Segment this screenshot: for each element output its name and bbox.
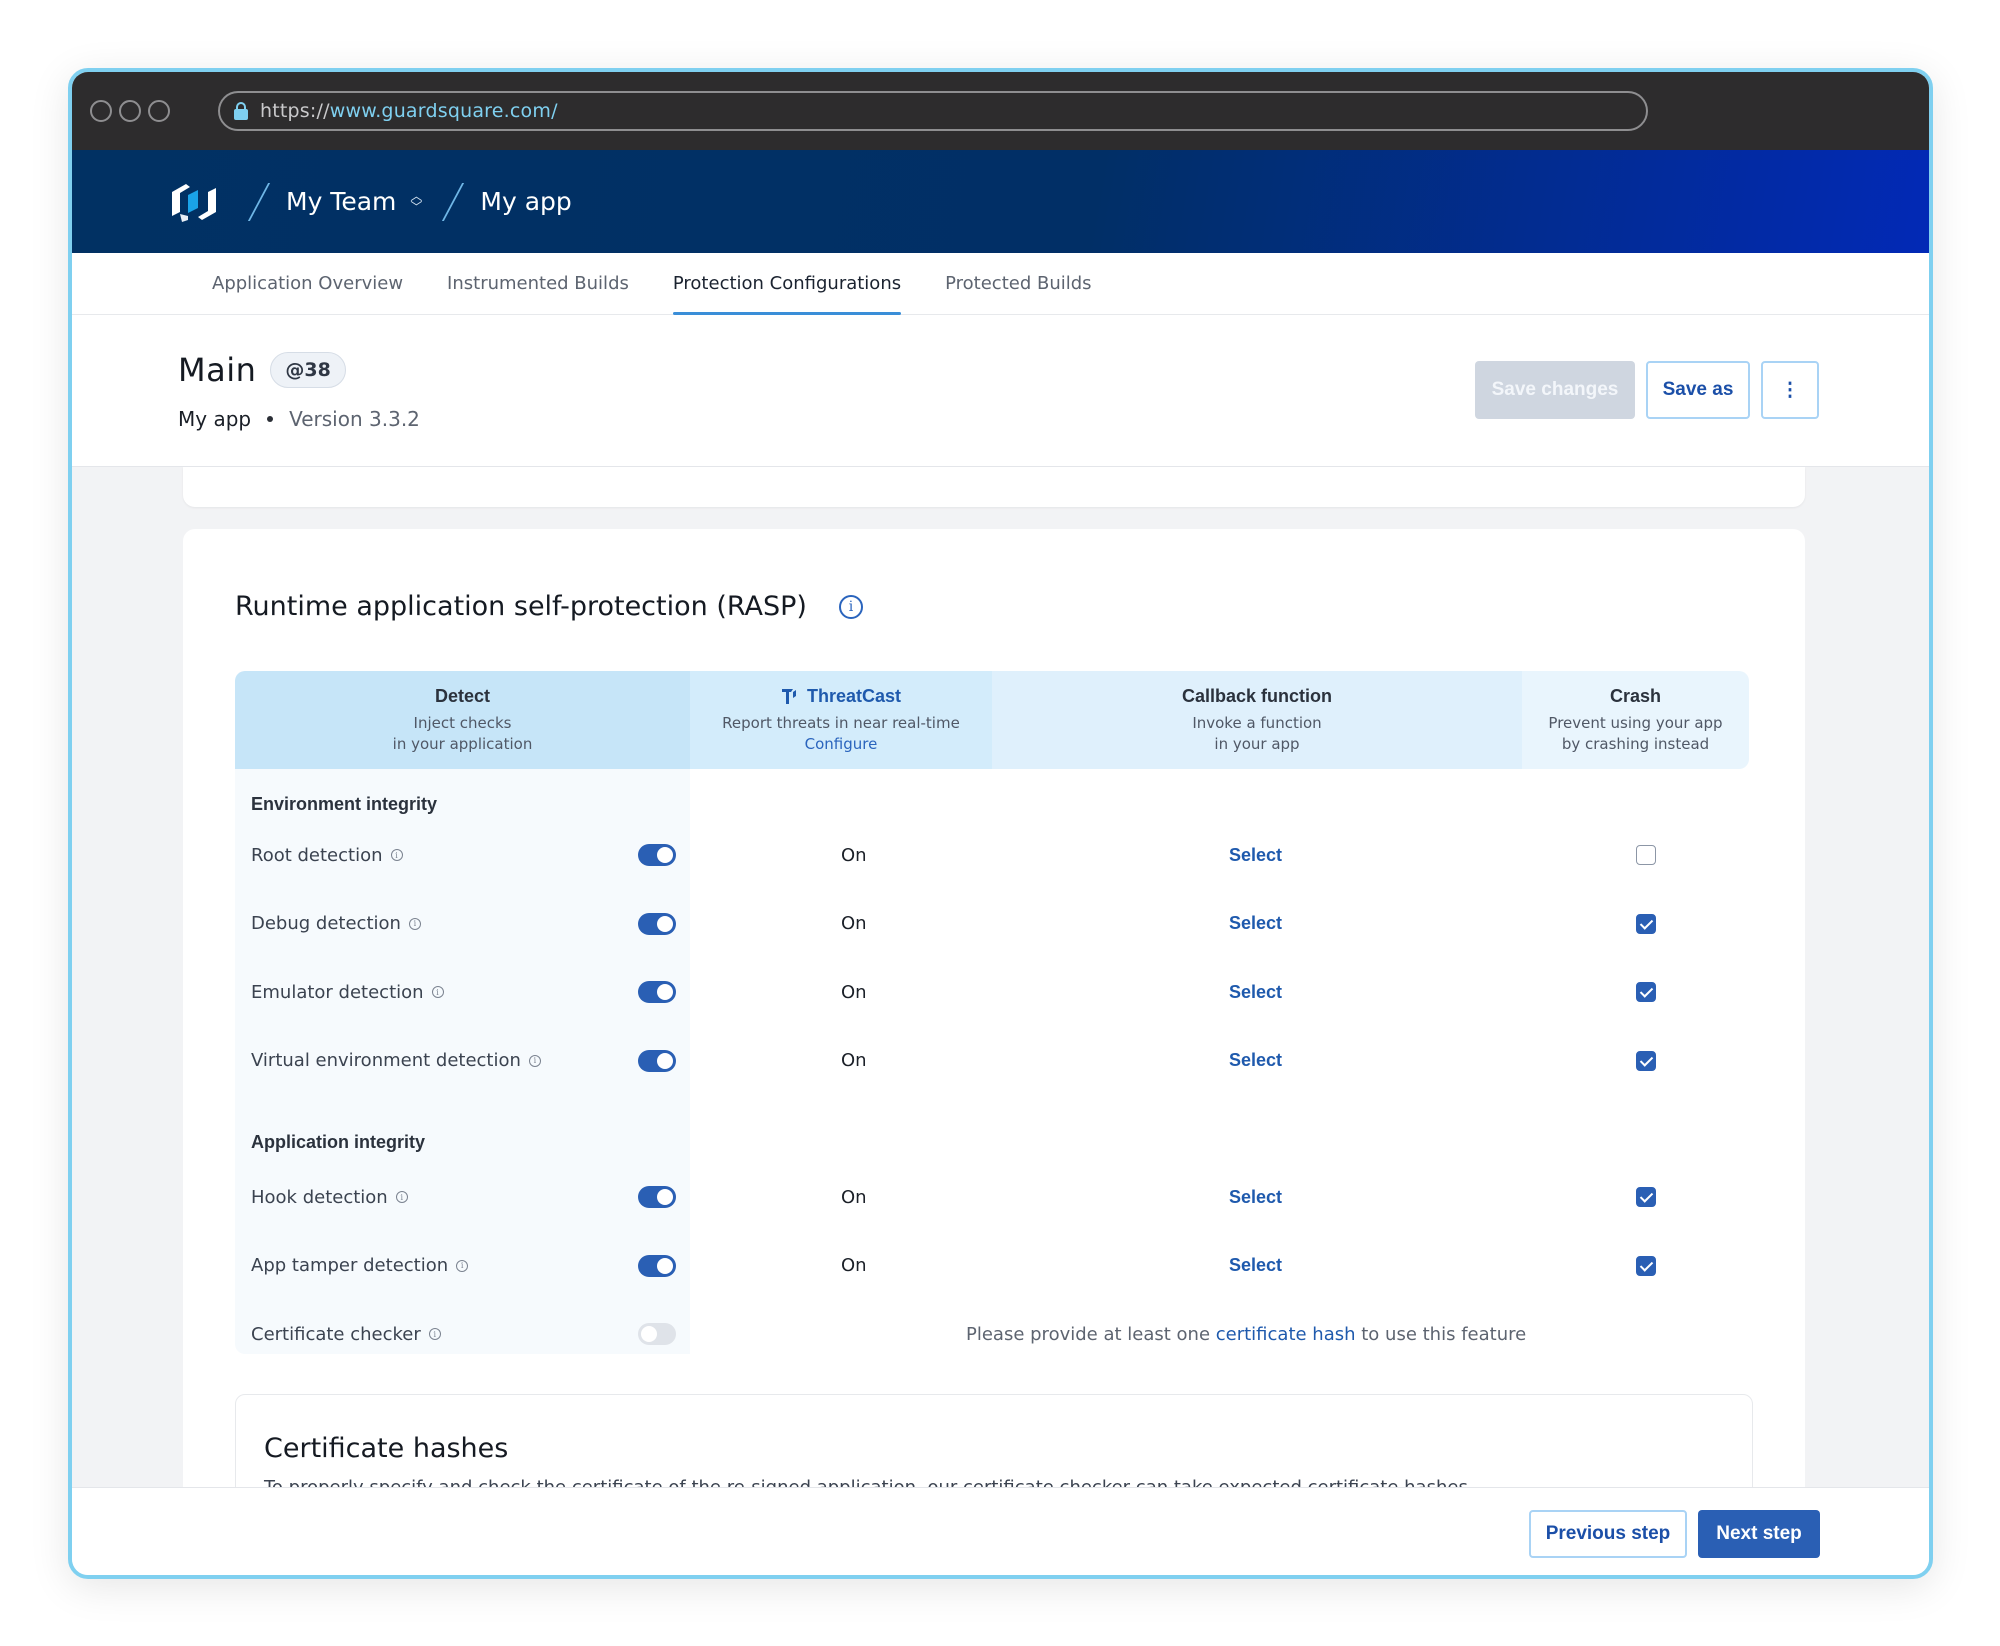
browser-titlebar: https://www.guardsquare.com/ — [72, 72, 1929, 150]
wizard-footer: Previous step Next step — [72, 1487, 1929, 1575]
threatcast-status: On — [841, 844, 867, 866]
threatcast-status: On — [841, 981, 867, 1003]
more-options-button[interactable]: ⋮ — [1761, 361, 1819, 419]
threatcast-icon — [781, 689, 796, 704]
column-crash: Crash Prevent using your app by crashing… — [1522, 671, 1749, 769]
callback-select-link[interactable]: Select — [1229, 845, 1282, 866]
callback-select-link[interactable]: Select — [1229, 1255, 1282, 1276]
team-switcher[interactable]: My Team ︿ ﹀ — [286, 187, 422, 216]
info-icon[interactable]: i — [456, 1259, 469, 1272]
previous-section-card — [183, 467, 1805, 507]
configure-threatcast-link[interactable]: Configure — [805, 734, 878, 755]
breadcrumb-app[interactable]: My app — [480, 187, 571, 216]
table-row: Hook detection i On Select — [235, 1163, 1749, 1232]
table-row: Virtual environment detection i On Select — [235, 1027, 1749, 1096]
certificate-hash-link[interactable]: certificate hash — [1216, 1324, 1356, 1345]
address-bar[interactable]: https://www.guardsquare.com/ — [218, 91, 1648, 131]
column-threatcast: ThreatCast Report threats in near real-t… — [690, 671, 992, 769]
callback-select-link[interactable]: Select — [1229, 1187, 1282, 1208]
table-row: Root detection i On Select — [235, 821, 1749, 890]
crash-checkbox[interactable] — [1636, 845, 1656, 866]
page-title: Main — [178, 351, 257, 389]
crash-checkbox[interactable] — [1636, 1187, 1656, 1208]
rasp-table: Detect Inject checks in your application… — [235, 671, 1749, 1369]
row-label: Debug detection — [251, 913, 401, 935]
threatcast-status: On — [841, 913, 867, 935]
row-label: Emulator detection — [251, 981, 424, 1003]
window-minimize-button[interactable] — [119, 100, 141, 122]
breadcrumb-separator — [247, 182, 271, 221]
separator-dot — [267, 416, 274, 422]
callback-select-link[interactable]: Select — [1229, 913, 1282, 934]
app-version: Version 3.3.2 — [289, 407, 420, 431]
window-close-button[interactable] — [90, 100, 112, 122]
hook-detection-toggle[interactable] — [638, 1186, 676, 1209]
info-icon[interactable]: i — [431, 986, 444, 999]
threatcast-status: On — [841, 1255, 867, 1277]
row-label: Certificate checker — [251, 1323, 421, 1345]
crash-checkbox[interactable] — [1636, 913, 1656, 934]
threatcast-status: On — [841, 1050, 867, 1072]
row-label: App tamper detection — [251, 1255, 449, 1277]
rasp-table-body: Environment integrity Root detection i On… — [235, 769, 1749, 1369]
next-step-button[interactable]: Next step — [1698, 1510, 1820, 1558]
app-name: My app — [178, 407, 252, 431]
table-row: App tamper detection i On Select — [235, 1232, 1749, 1301]
table-row: Debug detection i On Select — [235, 890, 1749, 959]
previous-step-button[interactable]: Previous step — [1529, 1510, 1687, 1558]
column-callback: Callback function Invoke a function in y… — [992, 671, 1522, 769]
row-label: Hook detection — [251, 1186, 388, 1208]
tab-instrumented-builds[interactable]: Instrumented Builds — [425, 253, 651, 315]
version-badge: @38 — [270, 352, 346, 388]
emulator-detection-toggle[interactable] — [638, 981, 676, 1004]
column-detect: Detect Inject checks in your application — [235, 671, 690, 769]
info-icon[interactable]: i — [395, 1191, 408, 1204]
guardsquare-logo[interactable] — [168, 178, 220, 226]
debug-detection-toggle[interactable] — [638, 912, 676, 935]
crash-checkbox[interactable] — [1636, 1050, 1656, 1071]
rasp-title: Runtime application self-protection (RAS… — [235, 591, 807, 622]
info-icon[interactable]: i — [390, 849, 403, 862]
callback-select-link[interactable]: Select — [1229, 1050, 1282, 1071]
lock-icon — [234, 102, 248, 120]
certificate-notice: Please provide at least one certificate … — [966, 1323, 1527, 1345]
team-name: My Team — [286, 187, 397, 216]
breadcrumb-separator — [442, 182, 465, 221]
window-maximize-button[interactable] — [148, 100, 170, 122]
chevron-up-down-icon: ︿ ﹀ — [410, 188, 423, 214]
info-icon[interactable]: i — [528, 1054, 541, 1067]
certificate-checker-toggle[interactable] — [638, 1323, 676, 1346]
table-row: Certificate checker i Please provide at l… — [235, 1300, 1749, 1369]
tab-protection-configurations[interactable]: Protection Configurations — [651, 253, 923, 315]
tab-bar: Application Overview Instrumented Builds… — [72, 253, 1929, 315]
save-as-button[interactable]: Save as — [1646, 361, 1750, 419]
info-icon[interactable]: i — [408, 917, 421, 930]
tab-protected-builds[interactable]: Protected Builds — [923, 253, 1113, 315]
save-changes-button[interactable]: Save changes — [1475, 361, 1635, 419]
info-icon[interactable]: i — [428, 1328, 441, 1341]
certificate-hashes-title: Certificate hashes — [264, 1433, 509, 1464]
crash-checkbox[interactable] — [1636, 1255, 1656, 1276]
url-text: https://www.guardsquare.com/ — [260, 100, 558, 122]
table-row: Emulator detection i On Select — [235, 958, 1749, 1027]
callback-select-link[interactable]: Select — [1229, 982, 1282, 1003]
virtual-environment-detection-toggle[interactable] — [638, 1049, 676, 1072]
configuration-header: Main @38 My app Version 3.3.2 Save chang… — [72, 315, 1929, 467]
rasp-table-header: Detect Inject checks in your application… — [235, 671, 1749, 769]
crash-checkbox[interactable] — [1636, 982, 1656, 1003]
row-label: Virtual environment detection — [251, 1050, 521, 1072]
group-application-integrity: Application integrity — [251, 1132, 426, 1152]
tab-application-overview[interactable]: Application Overview — [190, 253, 425, 315]
root-detection-toggle[interactable] — [638, 844, 676, 867]
app-header: My Team ︿ ﹀ My app — [72, 150, 1929, 253]
row-label: Root detection — [251, 844, 383, 866]
app-tamper-detection-toggle[interactable] — [638, 1254, 676, 1277]
browser-window: https://www.guardsquare.com/ My Team ︿ ﹀ … — [68, 68, 1933, 1579]
group-environment-integrity: Environment integrity — [251, 794, 438, 814]
info-icon[interactable]: i — [838, 594, 863, 619]
threatcast-status: On — [841, 1186, 867, 1208]
